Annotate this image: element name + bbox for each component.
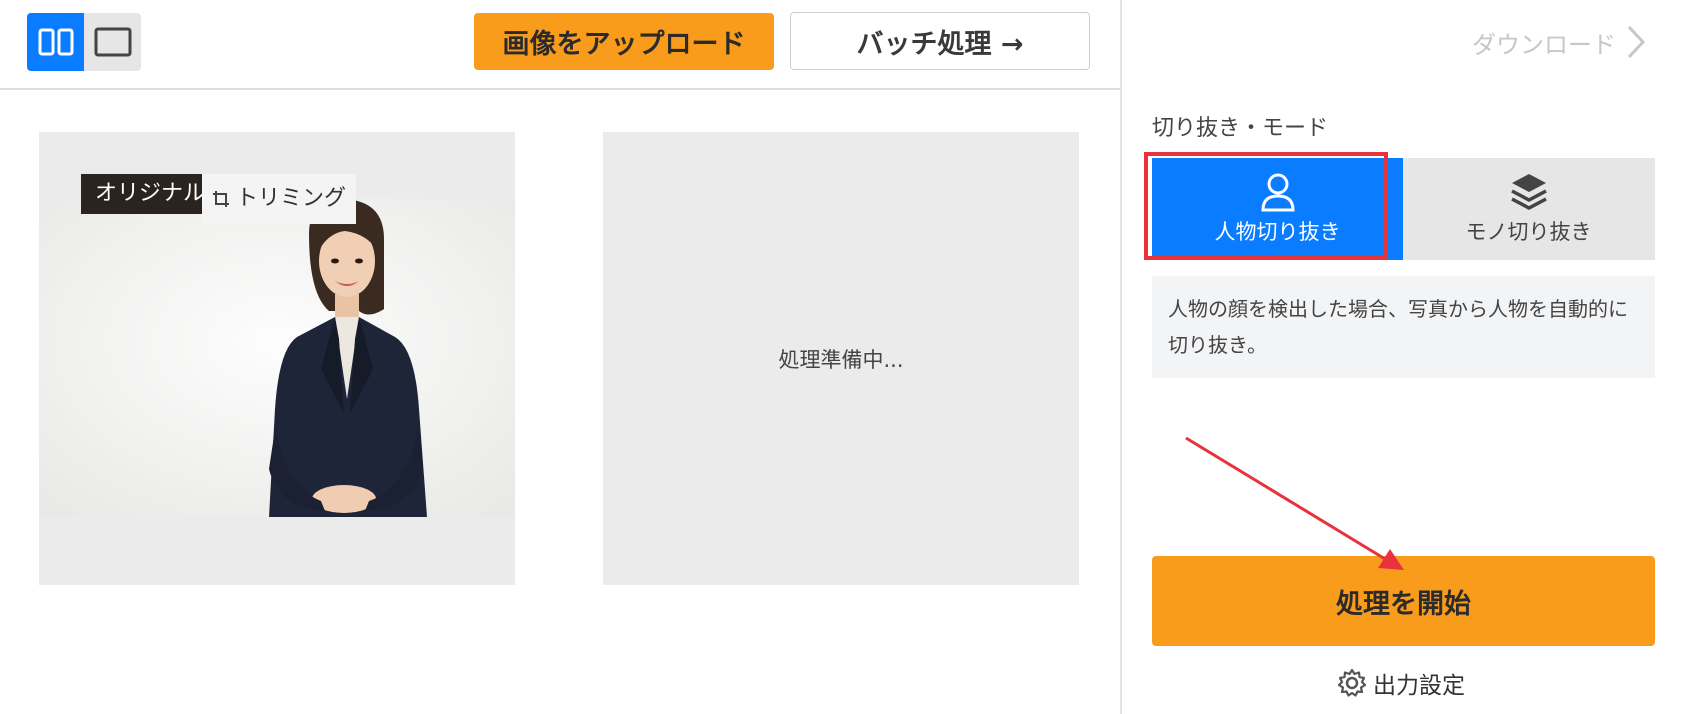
- batch-process-button[interactable]: バッチ処理 →: [790, 12, 1090, 70]
- start-processing-button[interactable]: 処理を開始: [1152, 556, 1655, 646]
- processing-status: 処理準備中...: [778, 347, 904, 372]
- download-button[interactable]: ダウンロード: [1472, 24, 1646, 60]
- toolbar: 画像をアップロード バッチ処理 →: [0, 0, 1120, 90]
- view-toggle: [27, 13, 141, 71]
- trim-label: トリミング: [236, 186, 347, 211]
- download-label: ダウンロード: [1472, 30, 1616, 59]
- annotation-highlight-box: [1144, 152, 1388, 260]
- sidebar: ダウンロード 切り抜き・モード 人物切り抜き モノ切り抜き 人物の顔を検出した場…: [1120, 0, 1681, 714]
- original-tag: オリジナル: [81, 174, 220, 214]
- trim-toggle[interactable]: トリミング: [202, 174, 357, 224]
- split-view-button[interactable]: [27, 13, 84, 71]
- chevron-right-icon: [1627, 25, 1646, 59]
- object-cutout-label: モノ切り抜き: [1465, 220, 1592, 244]
- mode-description: 人物の顔を検出した場合、写真から人物を自動的に切り抜き。: [1152, 276, 1655, 378]
- split-view-icon: [38, 28, 73, 56]
- layers-icon: [1510, 174, 1547, 210]
- output-settings-button[interactable]: 出力設定: [1337, 666, 1465, 700]
- gear-icon: [1337, 668, 1367, 697]
- single-view-button[interactable]: [84, 13, 141, 71]
- workspace: 画像をアップロード バッチ処理 → オリジナル トリミング 処理準備中...: [0, 0, 1120, 714]
- upload-image-button[interactable]: 画像をアップロード: [474, 13, 774, 70]
- crop-icon: [213, 191, 229, 207]
- single-view-icon: [94, 27, 131, 57]
- result-preview-panel: 処理準備中...: [603, 132, 1079, 585]
- object-cutout-button[interactable]: モノ切り抜き: [1403, 158, 1654, 260]
- cutout-mode-title: 切り抜き・モード: [1152, 116, 1329, 141]
- original-photo: [39, 199, 515, 517]
- output-settings-label: 出力設定: [1373, 673, 1465, 699]
